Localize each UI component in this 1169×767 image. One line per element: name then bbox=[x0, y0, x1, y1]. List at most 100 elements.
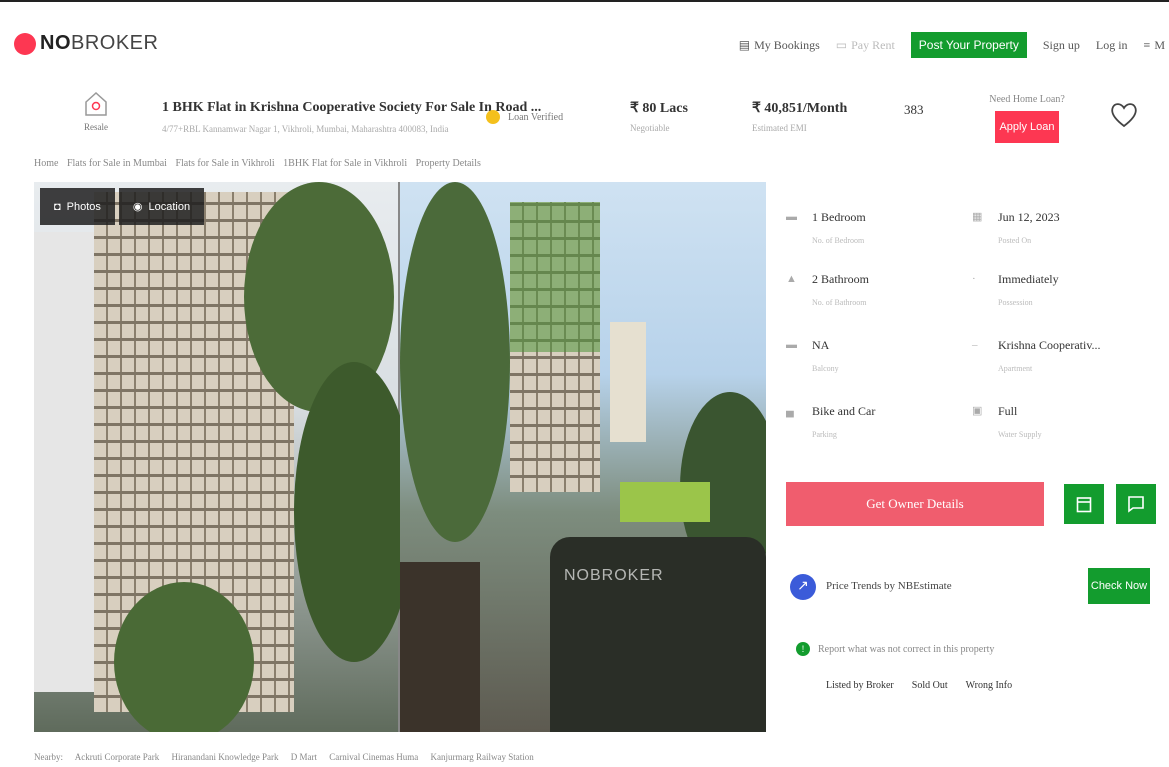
nobroker-logo[interactable]: NOBROKER bbox=[14, 32, 158, 55]
spec-possession: · Immediately Possession bbox=[972, 258, 1142, 316]
document-icon: ▣ bbox=[972, 405, 983, 417]
calendar-icon: ▦ bbox=[972, 211, 983, 223]
resale-badge: Resale bbox=[78, 90, 114, 132]
breadcrumb-item[interactable]: Flats for Sale in Mumbai bbox=[67, 158, 167, 169]
nearby-place[interactable]: D Mart bbox=[291, 752, 317, 762]
shop-sign bbox=[620, 482, 710, 522]
top-nav: ▤ My Bookings ▭ Pay Rent Post Your Prope… bbox=[739, 32, 1165, 58]
property-title: 1 BHK Flat in Krishna Cooperative Societ… bbox=[162, 100, 542, 115]
spec-label: No. of Bathroom bbox=[812, 298, 867, 307]
sign-up-link[interactable]: Sign up bbox=[1043, 38, 1080, 53]
pay-rent-link[interactable]: ▭ Pay Rent bbox=[836, 38, 895, 53]
camera-icon: ◘ bbox=[54, 200, 61, 213]
menu-label: M bbox=[1154, 37, 1165, 52]
spec-label: Balcony bbox=[812, 364, 839, 373]
photo-gallery[interactable]: ◘ Photos ◉ Location NOBROKER bbox=[34, 182, 766, 732]
card-icon: ▭ bbox=[835, 37, 848, 52]
property-address: 4/77+RBL Kannamwar Nagar 1, Vikhroli, Mu… bbox=[162, 124, 449, 134]
chat-icon bbox=[1128, 496, 1144, 513]
chat-button[interactable] bbox=[1116, 484, 1156, 524]
property-photo-left[interactable] bbox=[34, 182, 414, 732]
breadcrumb-item: Property Details bbox=[415, 158, 481, 169]
spec-value: Jun 12, 2023 bbox=[998, 210, 1060, 224]
menu-button[interactable]: ≡ M bbox=[1144, 38, 1165, 53]
price-block: ₹ 80 Lacs Negotiable bbox=[630, 100, 688, 133]
nearby-label: Nearby: bbox=[34, 752, 63, 762]
clipboard-icon: ▤ bbox=[738, 37, 751, 52]
gallery-tabs: ◘ Photos ◉ Location bbox=[40, 188, 205, 225]
loan-verified-label: Loan Verified bbox=[508, 111, 564, 123]
spec-posted-on: ▦ Jun 12, 2023 Posted On bbox=[972, 196, 1142, 254]
tab-photos[interactable]: ◘ Photos bbox=[40, 188, 115, 225]
tree bbox=[294, 362, 414, 662]
price-trends-label: Price Trends by NBEstimate bbox=[826, 580, 952, 592]
spec-value: NA bbox=[812, 338, 830, 352]
spec-label: Water Supply bbox=[998, 430, 1042, 439]
nearby-place[interactable]: Hiranandani Knowledge Park bbox=[172, 752, 279, 762]
report-listed-by-broker[interactable]: Listed by Broker bbox=[826, 680, 894, 691]
apply-loan-button[interactable]: Apply Loan bbox=[995, 111, 1059, 143]
car-icon: ▄ bbox=[786, 405, 794, 417]
breadcrumb-item[interactable]: 1BHK Flat for Sale in Vikhroli bbox=[283, 158, 407, 169]
spec-value: Full bbox=[998, 404, 1018, 418]
house-icon bbox=[85, 91, 107, 116]
check-now-button[interactable]: Check Now bbox=[1088, 568, 1150, 604]
log-in-link[interactable]: Log in bbox=[1096, 38, 1128, 53]
spec-value: Immediately bbox=[998, 272, 1059, 286]
logo-mark-icon bbox=[14, 32, 36, 55]
property-photo-right[interactable] bbox=[400, 182, 766, 732]
breadcrumb: Home Flats for Sale in Mumbai Flats for … bbox=[34, 158, 487, 169]
nearby-place[interactable]: Ackruti Corporate Park bbox=[75, 752, 159, 762]
location-icon: ◉ bbox=[132, 201, 143, 213]
my-bookings-link[interactable]: ▤ My Bookings bbox=[739, 38, 820, 53]
logo-text-no: NO bbox=[40, 32, 71, 54]
breadcrumb-item[interactable]: Home bbox=[34, 158, 58, 169]
emi-label: Estimated EMI bbox=[752, 123, 807, 133]
auto-rickshaw bbox=[400, 562, 480, 732]
key-icon: · bbox=[972, 273, 976, 285]
spec-bathroom: ▲ 2 Bathroom No. of Bathroom bbox=[786, 258, 956, 316]
loan-verified-badge: Loan Verified bbox=[486, 110, 563, 124]
logo-text-broker: BROKER bbox=[71, 32, 159, 54]
emi-block[interactable]: ₹ 40,851/Month Estimated EMI bbox=[752, 100, 847, 133]
report-options: Listed by Broker Sold Out Wrong Info bbox=[826, 680, 1012, 691]
side-building bbox=[34, 232, 94, 692]
spec-apartment: – Krishna Cooperativ... Apartment bbox=[972, 324, 1142, 382]
need-loan-label: Need Home Loan? bbox=[989, 94, 1065, 105]
breadcrumb-item[interactable]: Flats for Sale in Vikhroli bbox=[175, 158, 274, 169]
schedule-visit-button[interactable] bbox=[1064, 484, 1104, 524]
price-value: ₹ 80 Lacs bbox=[630, 101, 688, 116]
spec-value: Krishna Cooperativ... bbox=[998, 338, 1101, 352]
property-specs: ▬ 1 Bedroom No. of Bedroom ▦ Jun 12, 202… bbox=[786, 196, 1142, 444]
post-property-button[interactable]: Post Your Property bbox=[910, 32, 1027, 58]
hamburger-icon: ≡ bbox=[1143, 37, 1151, 52]
shortlist-heart-icon[interactable] bbox=[1110, 102, 1138, 133]
spec-bedroom: ▬ 1 Bedroom No. of Bedroom bbox=[786, 196, 956, 254]
get-owner-details-button[interactable]: Get Owner Details bbox=[786, 482, 1044, 526]
views-count: 383 bbox=[904, 102, 924, 117]
price-negotiable: Negotiable bbox=[630, 123, 670, 133]
property-summary: Resale 1 BHK Flat in Krishna Cooperative… bbox=[0, 90, 1169, 152]
spec-value: 1 Bedroom bbox=[812, 210, 866, 224]
spec-label: Posted On bbox=[998, 236, 1032, 245]
tab-location-label: Location bbox=[148, 200, 191, 213]
nearby-place[interactable]: Kanjurmarg Railway Station bbox=[430, 752, 533, 762]
tree bbox=[114, 582, 254, 732]
resale-label: Resale bbox=[84, 122, 108, 132]
spec-label: Possession bbox=[998, 298, 1033, 307]
bath-icon: ▲ bbox=[786, 273, 797, 285]
report-wrong-info[interactable]: Wrong Info bbox=[966, 680, 1013, 691]
bed-icon: ▬ bbox=[786, 211, 797, 223]
top-header: NOBROKER ▤ My Bookings ▭ Pay Rent Post Y… bbox=[0, 0, 1169, 88]
report-sold-out[interactable]: Sold Out bbox=[912, 680, 948, 691]
tab-location[interactable]: ◉ Location bbox=[118, 188, 205, 225]
pay-rent-label: Pay Rent bbox=[851, 37, 895, 52]
spec-balcony: ▬ NA Balcony bbox=[786, 324, 956, 382]
report-label: Report what was not correct in this prop… bbox=[818, 643, 995, 655]
spec-label: Apartment bbox=[998, 364, 1033, 373]
tree bbox=[400, 182, 510, 542]
spec-label: Parking bbox=[812, 430, 837, 439]
green-net bbox=[510, 202, 600, 352]
report-row: ! Report what was not correct in this pr… bbox=[796, 642, 994, 656]
nearby-place[interactable]: Carnival Cinemas Huma bbox=[329, 752, 418, 762]
